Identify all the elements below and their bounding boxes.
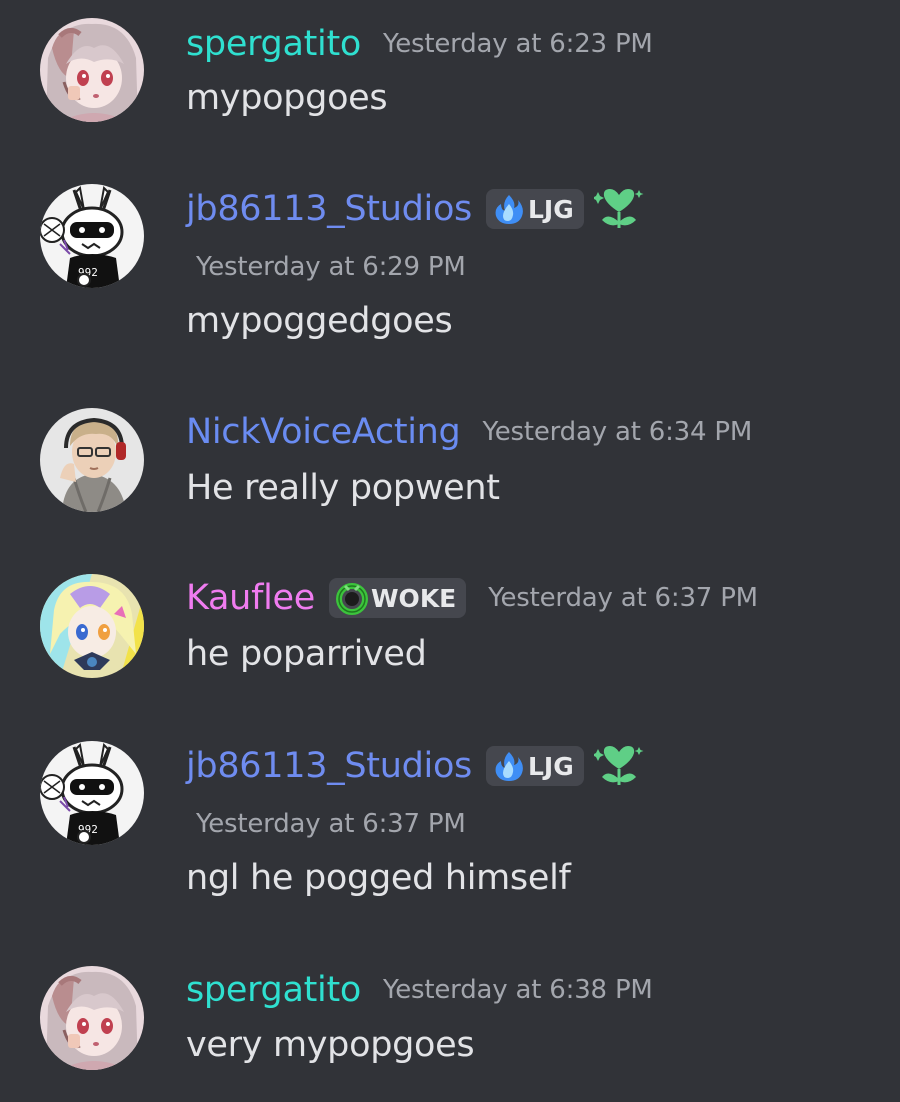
avatar[interactable] <box>40 574 144 678</box>
avatar[interactable] <box>40 408 144 512</box>
clan-tag-label: LJG <box>528 194 574 224</box>
message-content: mypoggedgoes <box>186 301 453 341</box>
timestamp: Yesterday at 6:34 PM <box>482 417 753 447</box>
heart-flower-icon[interactable] <box>593 743 644 789</box>
sketch-character-avatar-icon: 992 <box>40 184 144 288</box>
avatar[interactable]: 992 <box>40 184 144 288</box>
headphones-character-avatar-icon <box>40 408 144 512</box>
timestamp: Yesterday at 6:38 PM <box>383 975 653 1005</box>
timestamp: Yesterday at 6:29 PM <box>196 252 466 282</box>
username[interactable]: NickVoiceActing <box>186 410 461 454</box>
clan-tag[interactable]: WOKE <box>328 578 467 618</box>
green-ring-icon <box>335 583 368 615</box>
message-content: ngl he pogged himself <box>186 858 571 898</box>
clan-tag[interactable]: LJG <box>486 746 584 786</box>
username[interactable]: jb86113_Studios <box>186 187 472 231</box>
timestamp: Yesterday at 6:23 PM <box>383 29 653 59</box>
anime-girl-avatar-icon <box>40 966 144 1070</box>
timestamp: Yesterday at 6:37 PM <box>196 809 466 839</box>
blue-flame-icon <box>495 752 523 781</box>
clan-tag-label: LJG <box>528 751 574 781</box>
avatar[interactable] <box>40 966 144 1070</box>
avatar[interactable]: 992 <box>40 741 144 845</box>
message-content: He really popwent <box>186 468 500 508</box>
username[interactable]: spergatito <box>186 22 361 66</box>
username[interactable]: Kauflee <box>186 576 315 620</box>
colorful-character-avatar-icon <box>40 574 144 678</box>
blue-flame-icon <box>495 195 523 224</box>
timestamp: Yesterday at 6:37 PM <box>488 583 758 613</box>
username[interactable]: jb86113_Studios <box>186 744 472 788</box>
sketch-character-avatar-icon: 992 <box>40 741 144 845</box>
avatar[interactable] <box>40 18 144 122</box>
username[interactable]: spergatito <box>186 968 361 1012</box>
message-content: mypopgoes <box>186 78 388 118</box>
anime-girl-avatar-icon <box>40 18 144 122</box>
heart-flower-icon[interactable] <box>593 186 644 232</box>
clan-tag[interactable]: LJG <box>486 189 584 229</box>
message-content: very mypopgoes <box>186 1025 475 1065</box>
message-content: he poparrived <box>186 634 427 674</box>
clan-tag-label: WOKE <box>370 583 457 613</box>
